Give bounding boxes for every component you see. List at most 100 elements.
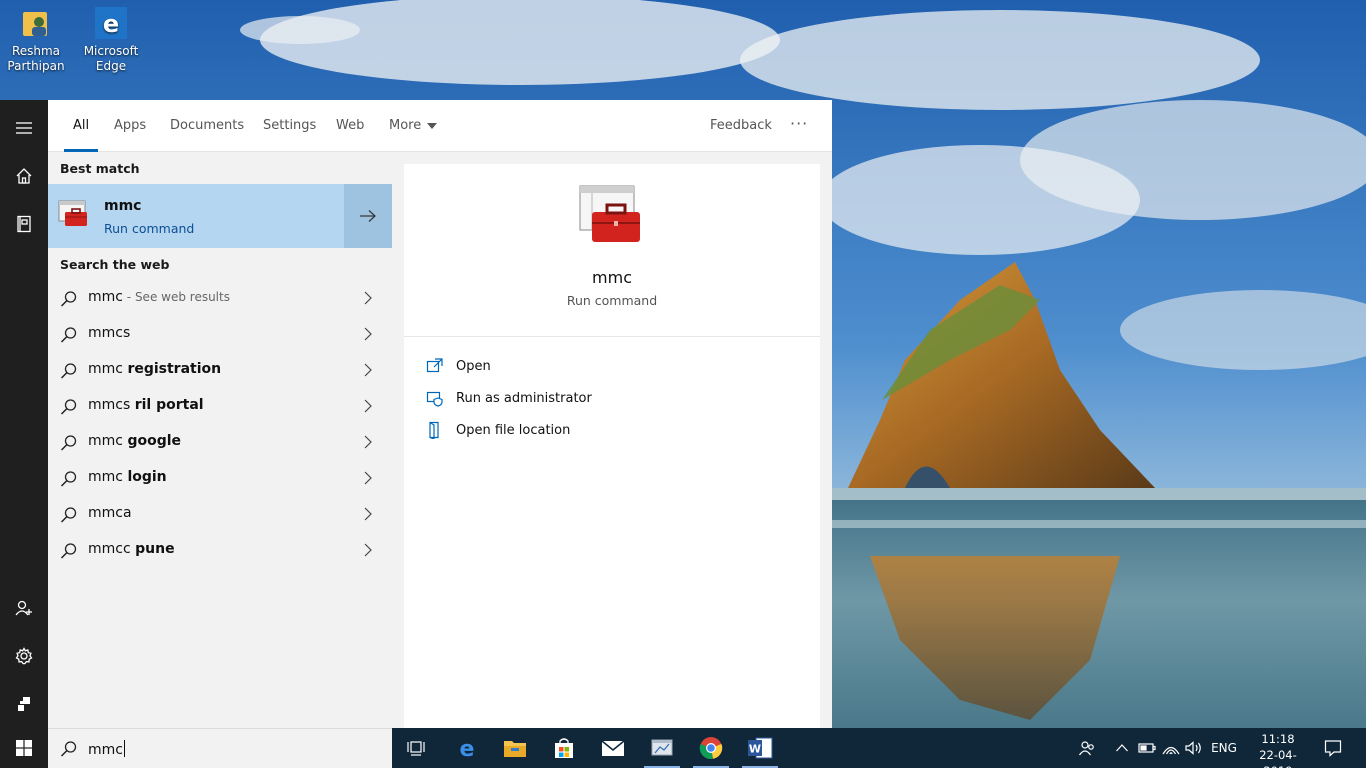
action-label: Open [456, 358, 491, 374]
suggestion-text: mmc login [88, 469, 167, 485]
file-location-icon [429, 421, 439, 439]
web-suggestion-row[interactable]: mmc login [48, 460, 392, 496]
edge-icon: e [94, 6, 128, 40]
taskbar-search-box[interactable]: mmc [48, 728, 392, 768]
search-icon [60, 543, 77, 559]
chevron-right-icon [364, 471, 372, 485]
account-button[interactable] [0, 588, 48, 628]
show-hidden-icons-button[interactable] [1112, 728, 1132, 768]
tab-settings[interactable]: Settings [263, 100, 316, 152]
clock-date: 22-04-2019 [1259, 748, 1297, 768]
taskbar-app-word[interactable]: W [736, 728, 784, 768]
chevron-up-icon [1116, 744, 1128, 752]
notebook-button[interactable] [0, 204, 48, 244]
web-suggestion-row[interactable]: mmc registration [48, 352, 392, 388]
taskbar-app-file-explorer[interactable] [491, 728, 539, 768]
feedback-button[interactable]: Feedback [710, 100, 772, 151]
action-run-as-administrator[interactable]: Run as administrator [426, 386, 806, 410]
text-cursor [123, 740, 125, 757]
search-icon [60, 363, 77, 379]
people-icon [1079, 741, 1094, 756]
arrow-right-icon [360, 210, 376, 222]
start-left-rail [0, 100, 48, 728]
mail-icon [601, 740, 625, 756]
taskbar-app-store[interactable] [540, 728, 588, 768]
suggestion-text: mmc registration [88, 361, 221, 377]
mmc-large-icon [578, 182, 644, 248]
chrome-icon [699, 737, 723, 760]
more-options-button[interactable]: ··· [790, 100, 808, 147]
web-suggestion-row[interactable]: mmc google [48, 424, 392, 460]
suggestion-text: mmca [88, 505, 132, 521]
tab-web[interactable]: Web [336, 100, 364, 152]
suggestion-completion: pune [135, 541, 175, 557]
action-open[interactable]: Open [426, 354, 806, 378]
suggestion-query: mmc [88, 433, 128, 449]
action-center-button[interactable] [1320, 728, 1346, 768]
search-icon [60, 741, 77, 757]
volume-button[interactable] [1183, 728, 1205, 768]
search-icon [60, 507, 77, 523]
search-icon [60, 471, 77, 487]
search-web-heading: Search the web [60, 257, 170, 272]
gear-icon [15, 647, 33, 665]
tab-all[interactable]: All [63, 100, 99, 152]
feedback-hub-icon [18, 697, 30, 711]
home-button[interactable] [0, 156, 48, 196]
preview-title: mmc [592, 268, 632, 287]
chevron-right-icon [364, 507, 372, 521]
chevron-right-icon [364, 543, 372, 557]
taskbar-app-mail[interactable] [589, 728, 637, 768]
caret-down-icon [427, 122, 438, 129]
web-suggestion-row[interactable]: mmc - See web results [48, 280, 392, 316]
suggestion-query: mmcs [88, 325, 131, 341]
suggestion-query: mmca [88, 505, 132, 521]
action-open-file-location[interactable]: Open file location [426, 418, 806, 442]
chevron-right-icon [364, 327, 372, 341]
suggestion-text: mmc - See web results [88, 289, 230, 305]
web-suggestion-row[interactable]: mmcs [48, 316, 392, 352]
preview-header: mmc Run command [404, 164, 820, 337]
mmc-app-icon [58, 198, 90, 230]
taskbar-clock[interactable]: 11:18 22-04-2019 [1246, 731, 1310, 768]
start-button[interactable] [0, 728, 48, 768]
best-match-heading: Best match [60, 161, 140, 176]
search-input[interactable]: mmc [88, 740, 125, 758]
web-suggestion-row[interactable]: mmcs ril portal [48, 388, 392, 424]
people-button[interactable] [1076, 728, 1098, 768]
network-button[interactable] [1160, 728, 1182, 768]
desktop-icon-label: Reshma Parthipan [7, 44, 65, 73]
desktop-icon-user[interactable]: Reshma Parthipan [0, 4, 73, 74]
wifi-icon [1162, 746, 1180, 755]
task-view-button[interactable] [392, 728, 440, 768]
tab-apps[interactable]: Apps [114, 100, 146, 152]
edge-icon: e [460, 737, 475, 760]
settings-button[interactable] [0, 636, 48, 676]
web-suggestion-row[interactable]: mmcc pune [48, 532, 392, 568]
hamburger-menu-button[interactable] [0, 108, 48, 148]
suggestion-completion: google [127, 433, 182, 449]
speaker-icon [1185, 741, 1201, 755]
suggestion-text: mmc google [88, 433, 181, 449]
taskbar-app-mmc[interactable] [638, 728, 686, 768]
result-preview-pane: mmc Run command Open Run as administrato… [404, 164, 820, 728]
battery-button[interactable] [1136, 728, 1158, 768]
search-icon [60, 399, 77, 415]
web-suggestion-row[interactable]: mmca [48, 496, 392, 532]
tab-documents[interactable]: Documents [170, 100, 244, 152]
feedback-hub-button[interactable] [0, 684, 48, 724]
input-language-button[interactable]: ENG [1208, 728, 1240, 768]
desktop-icon-edge[interactable]: e Microsoft Edge [74, 4, 148, 74]
suggestion-query: mmc [88, 289, 123, 305]
taskbar-app-chrome[interactable] [687, 728, 735, 768]
suggestion-text: mmcs ril portal [88, 397, 204, 413]
best-match-result[interactable]: mmc Run command [48, 184, 392, 248]
word-icon: W [748, 737, 773, 759]
best-match-expand-button[interactable] [344, 184, 392, 248]
tab-more[interactable]: More [389, 100, 438, 152]
best-match-open[interactable]: mmc Run command [48, 184, 343, 248]
preview-subtitle: Run command [566, 293, 658, 308]
taskbar-app-edge[interactable]: e [443, 728, 491, 768]
suggestion-query: mmcs [88, 397, 135, 413]
suggestion-completion: registration [127, 361, 222, 377]
